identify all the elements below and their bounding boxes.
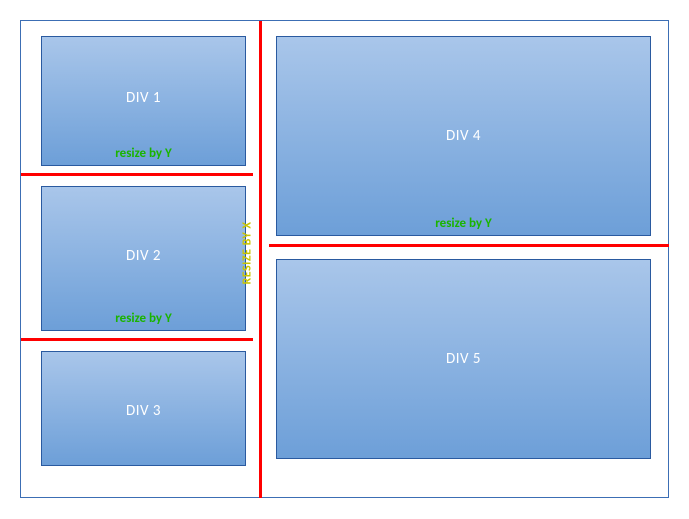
div-2-resize-label: resize by Y: [42, 311, 245, 326]
div-2-box: DIV 2 resize by Y: [41, 186, 246, 331]
div-4-box: DIV 4 resize by Y: [276, 36, 651, 236]
div-5-label: DIV 5: [277, 350, 650, 368]
divider-left-1[interactable]: [21, 173, 253, 176]
div-1-resize-label: resize by Y: [42, 146, 245, 161]
div-1-box: DIV 1 resize by Y: [41, 36, 246, 166]
divider-vertical[interactable]: [259, 21, 262, 498]
div-4-resize-label: resize by Y: [277, 216, 650, 231]
divider-left-2[interactable]: [21, 338, 253, 341]
div-5-box: DIV 5: [276, 259, 651, 459]
div-2-label: DIV 2: [42, 247, 245, 265]
div-1-label: DIV 1: [42, 89, 245, 107]
div-3-box: DIV 3: [41, 351, 246, 466]
resize-x-label: RESIZE BY X: [241, 221, 255, 284]
divider-right-1[interactable]: [269, 244, 669, 247]
div-4-label: DIV 4: [277, 127, 650, 145]
div-3-label: DIV 3: [42, 402, 245, 420]
page-border: DIV 1 resize by Y DIV 2 resize by Y DIV …: [20, 20, 669, 498]
